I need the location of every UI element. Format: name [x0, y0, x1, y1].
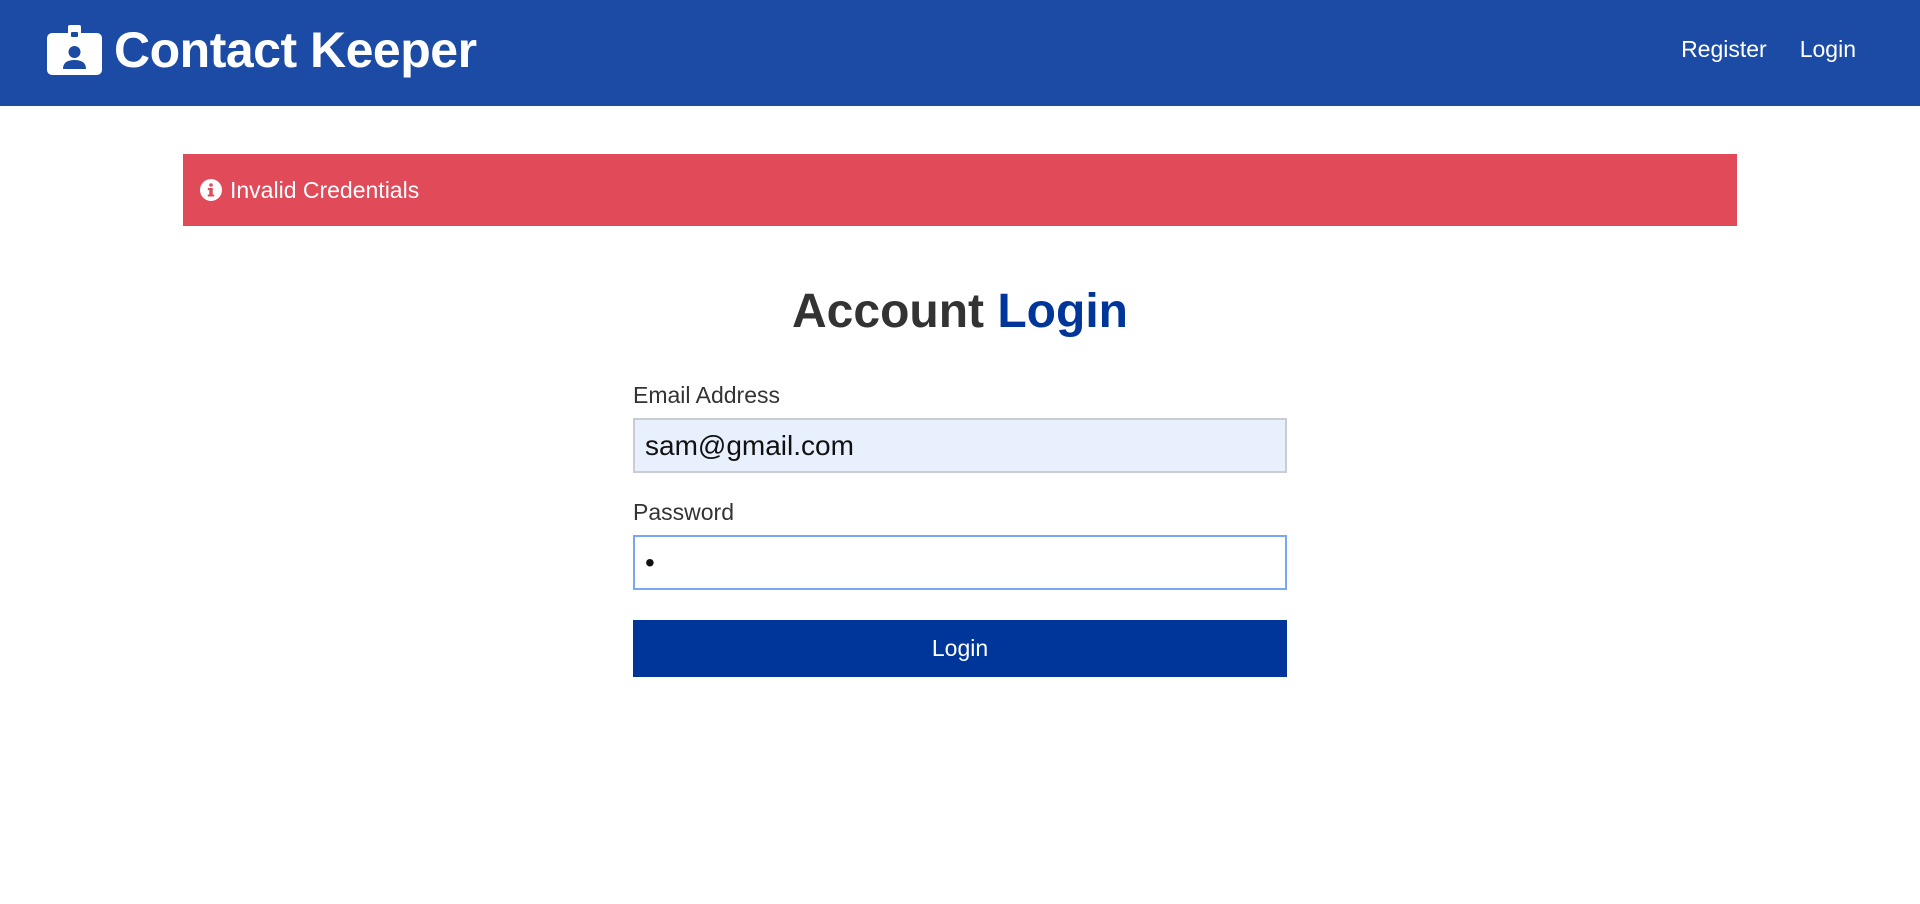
page-title-accent: Login — [997, 285, 1128, 338]
password-field[interactable] — [633, 535, 1287, 590]
id-badge-icon — [47, 25, 102, 75]
info-circle-icon — [200, 179, 222, 201]
nav-link-register[interactable]: Register — [1681, 34, 1767, 64]
page-title: Account Login — [0, 282, 1920, 342]
email-group: Email Address — [633, 380, 1287, 473]
login-form: Email Address Password Login — [633, 380, 1287, 677]
password-label: Password — [633, 499, 734, 525]
error-alert: Invalid Credentials — [183, 154, 1737, 226]
alert-message: Invalid Credentials — [230, 177, 420, 203]
email-field[interactable] — [633, 418, 1287, 473]
login-button[interactable]: Login — [633, 620, 1287, 677]
page-title-prefix: Account — [792, 285, 985, 338]
nav-links: Register Login — [1648, 34, 1856, 64]
app-title: Contact Keeper — [114, 22, 477, 78]
password-group: Password — [633, 497, 1287, 590]
nav-link-login[interactable]: Login — [1800, 34, 1856, 64]
navbar: Contact Keeper Register Login — [0, 0, 1920, 106]
brand[interactable]: Contact Keeper — [47, 22, 477, 78]
email-label: Email Address — [633, 382, 781, 408]
